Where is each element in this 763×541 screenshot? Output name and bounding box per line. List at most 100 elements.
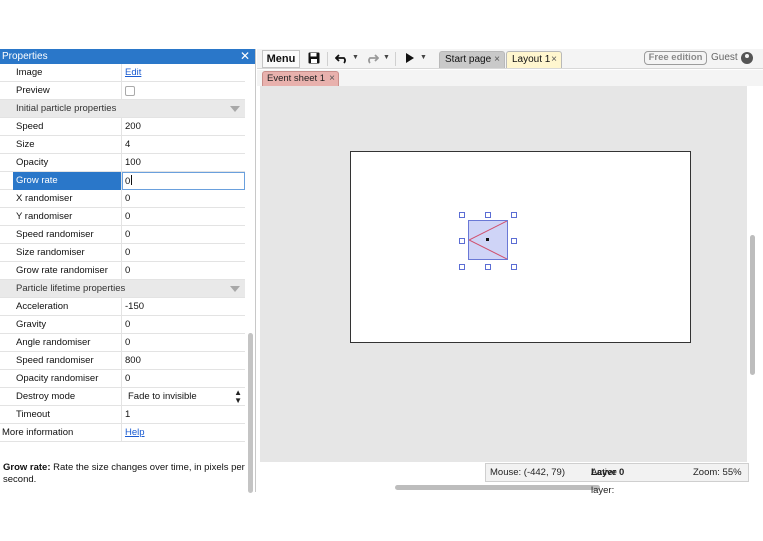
mouse-coordinates: Mouse: (-442, 79) [490, 467, 565, 478]
resize-handle[interactable] [459, 238, 465, 244]
property-label: X randomiser [16, 190, 122, 208]
section-label: Initial particle properties [16, 103, 117, 114]
property-label: More information [2, 424, 122, 442]
help-link[interactable]: Help [125, 427, 145, 438]
particle-object[interactable] [468, 220, 508, 260]
property-label: Timeout [16, 406, 122, 424]
property-value[interactable]: 0 [122, 334, 245, 352]
sub-tab-row: Event sheet 1 × [257, 70, 763, 86]
property-label: Gravity [16, 316, 122, 334]
collapse-triangle-icon[interactable] [230, 286, 240, 292]
resize-handle[interactable] [459, 212, 465, 218]
property-label: Grow rate randomiser [16, 262, 122, 280]
property-value[interactable]: 0 [122, 244, 245, 262]
property-row-size: Size 4 [0, 136, 245, 154]
property-label: Speed randomiser [16, 226, 122, 244]
collapse-triangle-icon[interactable] [230, 106, 240, 112]
main-toolbar: Menu ▼ ▼ ▼ Start page × Layout 1 × Free … [257, 49, 763, 69]
edition-badge[interactable]: Free edition [644, 51, 707, 65]
property-value[interactable]: 0 [122, 226, 245, 244]
property-row-speed: Speed 200 [0, 118, 245, 136]
property-label: Size [16, 136, 122, 154]
property-row-opacity: Opacity 100 [0, 154, 245, 172]
layout-canvas[interactable] [350, 151, 691, 343]
property-label: Opacity [16, 154, 122, 172]
property-value[interactable]: 0 [122, 190, 245, 208]
toolbar-divider [327, 52, 328, 66]
property-value[interactable]: 100 [122, 154, 245, 172]
property-value[interactable]: 0 [122, 262, 245, 280]
preview-checkbox[interactable] [125, 86, 135, 96]
text-caret [131, 175, 133, 185]
resize-handle[interactable] [459, 264, 465, 270]
property-row-grow-rate-randomiser: Grow rate randomiser 0 [0, 262, 245, 280]
property-value[interactable]: 0 [122, 316, 245, 334]
tab-start-page[interactable]: Start page × [439, 51, 505, 68]
undo-icon[interactable] [334, 52, 349, 67]
property-label: Opacity randomiser [16, 370, 122, 388]
property-value[interactable]: 1 [122, 406, 245, 424]
property-label: Destroy mode [16, 388, 122, 406]
panel-title: Properties [2, 51, 48, 62]
tab-label: Layout 1 [512, 54, 551, 65]
property-row-image: Image Edit [0, 64, 245, 82]
menu-button[interactable]: Menu [262, 50, 300, 68]
property-label: Speed [16, 118, 122, 136]
property-row-gravity: Gravity 0 [0, 316, 245, 334]
grow-rate-input[interactable]: 0 [122, 172, 245, 190]
property-label: Grow rate [13, 172, 122, 190]
description-term: Grow rate: [3, 462, 51, 473]
active-layer-prefix: Active layer: [591, 467, 617, 496]
play-icon[interactable] [405, 52, 415, 67]
chevron-down-icon[interactable]: ▼ [352, 54, 359, 61]
section-label: Particle lifetime properties [16, 283, 126, 294]
chevron-down-icon[interactable]: ▼ [420, 54, 427, 61]
user-name[interactable]: Guest [711, 52, 738, 63]
property-value[interactable]: 0 [122, 370, 245, 388]
horizontal-scrollbar[interactable] [395, 485, 600, 490]
resize-handle[interactable] [511, 264, 517, 270]
property-row-destroy-mode: Destroy mode Fade to invisible ▲ ▼ [0, 388, 245, 406]
close-icon[interactable]: ✕ [240, 49, 250, 64]
select-value: Fade to invisible [128, 391, 197, 402]
property-value[interactable]: 800 [122, 352, 245, 370]
resize-handle[interactable] [485, 264, 491, 270]
property-row-grow-rate: Grow rate 0 [0, 172, 245, 190]
tab-layout-1[interactable]: Layout 1 × [506, 51, 562, 68]
destroy-mode-select[interactable]: Fade to invisible ▲ ▼ [122, 388, 245, 406]
input-text: 0 [125, 176, 131, 187]
edit-link[interactable]: Edit [125, 67, 141, 78]
section-header-initial[interactable]: Initial particle properties [0, 100, 245, 118]
property-row-speed-randomiser: Speed randomiser 0 [0, 226, 245, 244]
properties-panel: Properties ✕ Image Edit Preview Initial … [0, 49, 256, 493]
close-icon[interactable]: × [551, 52, 557, 68]
property-value[interactable]: 0 [122, 208, 245, 226]
tab-event-sheet-1[interactable]: Event sheet 1 × [262, 71, 339, 86]
select-arrows-icon: ▲ ▼ [234, 388, 242, 405]
layout-view[interactable] [260, 86, 747, 462]
property-label: Angle randomiser [16, 334, 122, 352]
vertical-scrollbar[interactable] [750, 235, 755, 375]
section-header-lifetime[interactable]: Particle lifetime properties [0, 280, 245, 298]
chevron-down-icon[interactable]: ▼ [383, 54, 390, 61]
property-value[interactable]: 200 [122, 118, 245, 136]
user-icon[interactable] [741, 52, 753, 64]
close-icon[interactable]: × [494, 52, 500, 68]
property-row-speed-randomiser-lifetime: Speed randomiser 800 [0, 352, 245, 370]
property-row-y-randomiser: Y randomiser 0 [0, 208, 245, 226]
resize-handle[interactable] [485, 212, 491, 218]
property-label: Y randomiser [16, 208, 122, 226]
property-value[interactable]: 4 [122, 136, 245, 154]
property-label: Preview [16, 82, 122, 100]
redo-icon[interactable] [365, 52, 380, 67]
close-icon[interactable]: × [329, 72, 335, 86]
resize-handle[interactable] [511, 238, 517, 244]
property-value: Edit [122, 64, 245, 82]
property-value[interactable]: -150 [122, 298, 245, 316]
particle-cone-icon [469, 221, 507, 259]
resize-handle[interactable] [511, 212, 517, 218]
toolbar-divider [395, 52, 396, 66]
property-row-size-randomiser: Size randomiser 0 [0, 244, 245, 262]
property-grid: Image Edit Preview Initial particle prop… [0, 64, 245, 442]
save-icon[interactable] [308, 52, 320, 67]
